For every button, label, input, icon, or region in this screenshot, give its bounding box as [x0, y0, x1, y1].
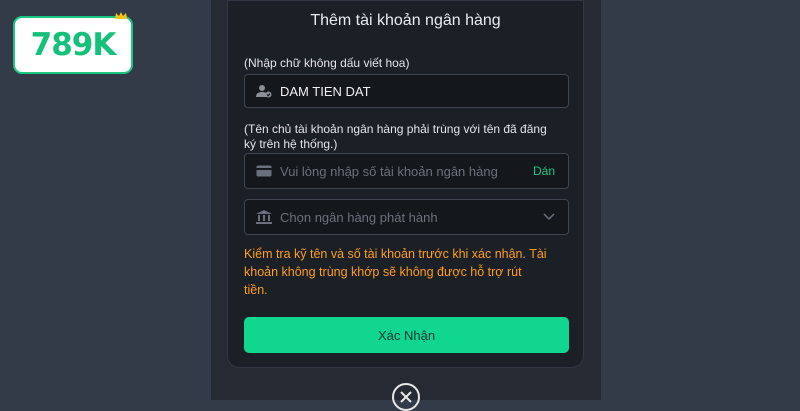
- close-icon[interactable]: [392, 383, 420, 411]
- name-hint: (Nhập chữ không dấu viết hoa): [244, 56, 410, 70]
- confirm-button[interactable]: Xác Nhận: [244, 317, 569, 353]
- account-number-placeholder: Vui lòng nhập số tài khoản ngân hàng: [280, 163, 498, 179]
- user-check-icon: [256, 83, 272, 99]
- chevron-down-icon: [543, 213, 555, 221]
- account-name-field[interactable]: DAM TIEN DAT: [244, 74, 569, 108]
- logo-text: 789K: [30, 27, 117, 63]
- warning-text: Kiểm tra kỹ tên và số tài khoản trước kh…: [244, 245, 574, 299]
- add-bank-account-modal: Thêm tài khoản ngân hàng (Nhập chữ không…: [227, 0, 584, 368]
- account-hint-line2: ký trên hệ thống.): [244, 137, 338, 151]
- warning-line2: khoản không trùng khớp sẽ không được hỗ …: [244, 265, 522, 279]
- bank-icon: [256, 209, 272, 225]
- warning-line1: Kiểm tra kỹ tên và số tài khoản trước kh…: [244, 247, 547, 261]
- account-hint: (Tên chủ tài khoản ngân hàng phải trùng …: [244, 122, 547, 152]
- warning-line3: tiền.: [244, 283, 268, 297]
- account-hint-line1: (Tên chủ tài khoản ngân hàng phải trùng …: [244, 122, 547, 136]
- account-number-field[interactable]: Vui lòng nhập số tài khoản ngân hàng Dán: [244, 153, 569, 189]
- bank-select[interactable]: Chọn ngân hàng phát hành: [244, 199, 569, 235]
- account-name-value: DAM TIEN DAT: [280, 83, 371, 99]
- brand-logo[interactable]: 789K: [13, 12, 133, 74]
- card-icon: [256, 163, 272, 179]
- paste-button[interactable]: Dán: [533, 164, 555, 178]
- bank-select-placeholder: Chọn ngân hàng phát hành: [280, 209, 438, 225]
- crown-icon: [115, 12, 127, 19]
- modal-title: Thêm tài khoản ngân hàng: [310, 12, 501, 29]
